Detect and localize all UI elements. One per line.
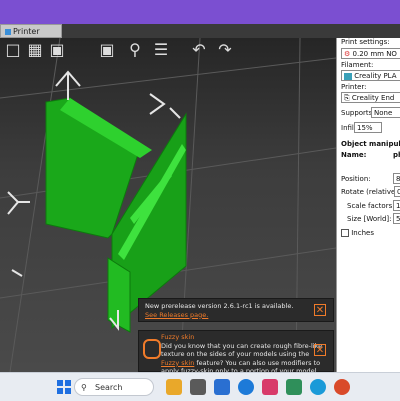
redo-icon[interactable]: ↷ (214, 40, 236, 60)
position-label: Position: (341, 175, 371, 183)
size-label: Size [World]: (347, 215, 392, 223)
print-settings-label: Print settings: (341, 38, 390, 46)
name-value: ph (393, 151, 400, 159)
printer-label: Printer: (341, 83, 367, 91)
app-icon[interactable] (214, 379, 230, 395)
inches-checkbox[interactable] (341, 229, 349, 237)
paste-icon[interactable]: ▣ (46, 40, 68, 60)
printer-combo[interactable]: ⎘ Creality End (341, 92, 400, 103)
undo-icon[interactable]: ↶ (188, 40, 210, 60)
clock-icon[interactable] (238, 379, 254, 395)
arrange-icon[interactable]: ▣ (96, 40, 118, 60)
name-label: Name: (341, 151, 367, 159)
file-explorer-icon[interactable] (166, 379, 182, 395)
print-profile-combo[interactable]: ⚙ 0.20 mm NO (341, 48, 400, 59)
taskbar-search-box[interactable]: ⚲ Search (74, 378, 154, 396)
hint-line-2: texture on the sides of your models usin… (161, 350, 310, 358)
hint-notification: Fuzzy skin Did you know that you can cre… (138, 330, 334, 375)
edge-icon[interactable] (310, 379, 326, 395)
chrome-icon[interactable] (334, 379, 350, 395)
copy-icon[interactable]: ▦ (24, 40, 46, 60)
printer-settings-icon (5, 28, 11, 35)
right-settings-panel: Print settings: ⚙ 0.20 mm NO Filament: C… (336, 38, 400, 372)
add-icon[interactable]: □ (2, 40, 24, 60)
hint-line-3: Fuzzy skin feature? You can also use mod… (161, 358, 321, 367)
spreadsheet-icon[interactable] (286, 379, 302, 395)
printer-icon: ⎘ (344, 94, 350, 102)
supports-label: Supports: (341, 109, 375, 117)
tab-printer-settings[interactable]: Printer Settings (0, 24, 62, 50)
fuzzy-skin-link[interactable]: Fuzzy skin (161, 359, 194, 367)
hint-bulb-icon (143, 339, 161, 359)
supports-combo[interactable]: None (371, 107, 400, 118)
search-icon: ⚲ (81, 383, 87, 392)
search-icon[interactable]: ⚲ (124, 40, 146, 60)
position-x-field[interactable]: 81 (393, 173, 400, 184)
photos-icon[interactable] (262, 379, 278, 395)
layers-icon[interactable]: ☰ (150, 40, 172, 60)
close-hint-notification-icon[interactable]: ✕ (314, 344, 326, 356)
gear-icon: ⚙ (344, 50, 351, 58)
size-x-field[interactable]: 53 (393, 213, 400, 224)
infill-combo[interactable]: 15% (354, 122, 382, 133)
windows-taskbar: ⚲ Search (0, 372, 400, 401)
filament-color-icon (344, 72, 352, 80)
terminal-icon[interactable] (190, 379, 206, 395)
scale-label: Scale factors: (347, 202, 395, 210)
releases-link[interactable]: See Releases page. (145, 311, 208, 319)
filament-combo[interactable]: Creality PLA (341, 70, 400, 81)
rotate-x-field[interactable]: 0 (394, 186, 400, 197)
green-3d-model (45, 97, 187, 333)
object-manipulation-label: Object manipulatio (341, 140, 400, 148)
filament-label: Filament: (341, 61, 374, 69)
update-notification-text: New prerelease version 2.6.1-rc1 is avai… (145, 302, 294, 310)
scale-x-field[interactable]: 10 (393, 200, 400, 211)
start-icon[interactable] (56, 379, 72, 395)
hint-line-1: Did you know that you can create rough f… (161, 341, 323, 350)
hint-title: Fuzzy skin (161, 333, 195, 341)
window-titlebar (0, 0, 400, 24)
rotate-label: Rotate (relative): (341, 188, 400, 196)
update-notification: New prerelease version 2.6.1-rc1 is avai… (138, 298, 334, 322)
inches-checkbox-row[interactable]: Inches (341, 229, 374, 237)
close-update-notification-icon[interactable]: ✕ (314, 304, 326, 316)
